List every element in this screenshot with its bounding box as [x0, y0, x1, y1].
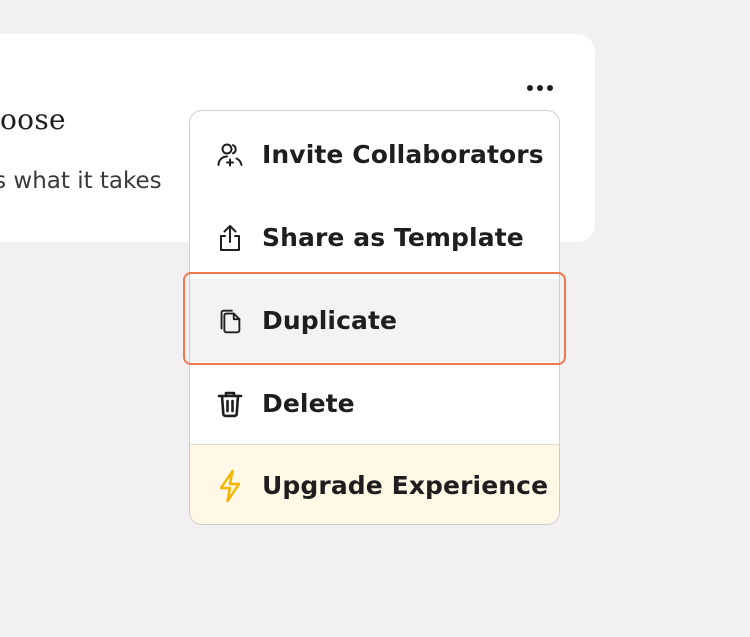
menu-item-label: Upgrade Experience [262, 471, 549, 500]
card-description: as what it takes [0, 170, 162, 193]
menu-item-upgrade-experience[interactable]: Upgrade Experience [190, 444, 559, 524]
menu-item-duplicate[interactable]: Duplicate [190, 279, 559, 362]
menu-item-share-as-template[interactable]: Share as Template [190, 196, 559, 279]
menu-item-label: Share as Template [262, 223, 524, 252]
menu-item-label: Delete [262, 389, 355, 418]
duplicate-icon [212, 303, 248, 339]
share-upload-icon [212, 220, 248, 256]
card-title: oose [0, 103, 66, 136]
menu-item-label: Invite Collaborators [262, 140, 544, 169]
menu-item-delete[interactable]: Delete [190, 362, 559, 445]
users-plus-icon [212, 137, 248, 173]
more-dot-icon [537, 85, 543, 91]
menu-item-invite-collaborators[interactable]: Invite Collaborators [190, 113, 559, 196]
lightning-icon [212, 468, 248, 504]
more-options-button[interactable] [518, 76, 562, 100]
more-dot-icon [547, 85, 553, 91]
menu-item-label: Duplicate [262, 306, 398, 335]
more-dot-icon [527, 85, 533, 91]
context-menu: Invite Collaborators Share as Template D… [189, 110, 560, 525]
trash-icon [212, 386, 248, 422]
